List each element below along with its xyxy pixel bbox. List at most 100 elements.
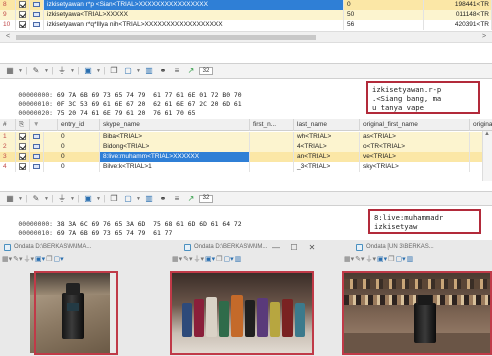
checkbox-icon[interactable]	[19, 1, 26, 8]
chevron-down-icon[interactable]: ▼	[44, 194, 49, 204]
name-cell[interactable]: izkisetyawan r*p <Sian<TRIAL>XXXXXXXXXXX…	[44, 0, 344, 10]
pin-icon[interactable]: ✎▾	[183, 255, 192, 263]
chevron-down-icon[interactable]: ▼	[136, 194, 141, 204]
window-title-bar[interactable]: Ondata D:\BERKAS\M\IMA...	[4, 240, 164, 254]
row-checkbox[interactable]	[16, 162, 30, 172]
checkbox-icon[interactable]	[19, 153, 26, 160]
image-icon[interactable]: ▣	[82, 66, 94, 76]
grid-icon[interactable]: ▦	[4, 194, 16, 204]
grid-icon[interactable]: ▦▾	[344, 255, 354, 263]
copy-icon[interactable]: ❐	[108, 66, 120, 76]
window-icon[interactable]: ▢▾	[395, 255, 405, 263]
name-cell[interactable]: izkisetyawa<TRIAL>XXXXX	[44, 10, 344, 20]
close-button[interactable]: ✕	[306, 243, 318, 252]
image-icon[interactable]: ▣▾	[377, 255, 387, 263]
chart-icon[interactable]: ▥	[143, 66, 155, 76]
checkbox-icon[interactable]	[19, 143, 26, 150]
window-icon[interactable]: ▢▾	[53, 255, 63, 263]
pin-icon[interactable]: ✎▾	[355, 255, 364, 263]
binoculars-icon[interactable]: ⚭	[157, 66, 169, 76]
chevron-down-icon[interactable]: ▼	[18, 66, 23, 76]
row-checkbox[interactable]	[16, 152, 30, 162]
name-cell[interactable]: izkisetyawan r*q*Illya nih<TRIAL>XXXXXXX…	[44, 20, 344, 30]
pin-icon[interactable]: ✎▾	[13, 255, 22, 263]
row-checkbox[interactable]	[16, 10, 30, 20]
list-icon[interactable]: ≡	[171, 66, 183, 76]
copy-icon[interactable]: ❐	[216, 255, 222, 263]
checkbox-icon[interactable]	[19, 163, 26, 170]
checkbox-icon[interactable]	[19, 21, 26, 28]
checkbox-icon[interactable]	[19, 133, 26, 140]
scroll-left-button[interactable]: <	[4, 32, 12, 42]
hex-bytes[interactable]: 61 77	[153, 229, 172, 237]
table-row[interactable]: 1 0 Biba<TRIAL> wh<TRIAL> as<TRIAL>	[0, 132, 492, 142]
list-icon[interactable]: ≡	[171, 194, 183, 204]
horizontal-scrollbar[interactable]: < >	[0, 31, 492, 43]
table-row[interactable]: 9 izkisetyawa<TRIAL>XXXXX 50 011148<TR	[0, 10, 492, 20]
filter-icon[interactable]: ⏚	[56, 194, 68, 204]
image-icon[interactable]: ▣▾	[205, 255, 215, 263]
skype-name-cell[interactable]: 8:live:muhamm<TRIAL>XXXXXX	[100, 152, 250, 162]
column-header-filter[interactable]: ▼	[30, 118, 58, 131]
chevron-down-icon[interactable]: ▼	[96, 194, 101, 204]
table-row[interactable]: 3 0 8:live:muhamm<TRIAL>XXXXXX an<TRIAL>…	[0, 152, 492, 162]
column-header-original[interactable]: origina	[470, 119, 492, 131]
bytes-per-line-selector[interactable]: 32	[199, 194, 213, 203]
column-header-original-first-name[interactable]: original_first_name	[360, 118, 470, 131]
chevron-down-icon[interactable]: ▼	[70, 66, 75, 76]
bytes-per-line-selector[interactable]: 32	[199, 67, 213, 75]
row-checkbox[interactable]	[16, 142, 30, 152]
hex-text-highlight[interactable]: izkisetyawan.r-p .<Siang bang, ma u tany…	[366, 81, 480, 114]
chevron-down-icon[interactable]: ▼	[96, 66, 101, 76]
skype-name-cell[interactable]: Bidong<TRIAL>	[100, 142, 250, 152]
column-header-num[interactable]: #	[0, 118, 16, 131]
hex-bytes[interactable]: 75 20 74 61 6E 79 61 20	[57, 109, 146, 117]
maximize-button[interactable]: ☐	[288, 243, 300, 252]
row-checkbox[interactable]	[16, 0, 30, 10]
filter-icon[interactable]: ⏚▾	[194, 254, 205, 264]
chart-icon[interactable]: ▥	[143, 194, 155, 204]
pin-icon[interactable]: ✎	[30, 194, 42, 204]
grid-icon[interactable]: ▦▾	[172, 255, 182, 263]
binoculars-icon[interactable]: ⚭	[157, 194, 169, 204]
row-checkbox[interactable]	[16, 132, 30, 142]
column-header-first-name[interactable]: first_n...	[250, 118, 294, 131]
minimize-button[interactable]: —	[270, 243, 282, 252]
table-row[interactable]: 8 izkisetyawan r*p <Sian<TRIAL>XXXXXXXXX…	[0, 0, 492, 10]
column-header-skype-name[interactable]: skype_name	[100, 118, 250, 131]
hex-bytes[interactable]: 76 61 70 65	[153, 109, 195, 117]
scroll-thumb[interactable]	[16, 35, 316, 40]
chart-icon[interactable]: ▥	[407, 255, 414, 263]
table-row[interactable]: 2 0 Bidong<TRIAL> 4<TRIAL> o<TR<TRIAL>	[0, 142, 492, 152]
column-header-check[interactable]: ⎘	[16, 118, 30, 131]
column-header-last-name[interactable]: last_name	[294, 118, 360, 131]
window-icon[interactable]: ▢▾	[223, 255, 233, 263]
chart-icon[interactable]: ▥	[235, 255, 242, 263]
chevron-down-icon[interactable]: ▼	[18, 194, 23, 204]
filter-icon[interactable]: ⏚▾	[366, 254, 377, 264]
pin-icon[interactable]: ✎	[30, 66, 42, 76]
table-row[interactable]: 10 izkisetyawan r*q*Illya nih<TRIAL>XXXX…	[0, 20, 492, 30]
checkbox-icon[interactable]	[19, 11, 26, 18]
chevron-down-icon[interactable]: ▼	[136, 66, 141, 76]
hex-text-highlight[interactable]: 8:live:muhammadr izkisetyaw	[368, 209, 481, 234]
image-icon[interactable]: ▣▾	[35, 255, 45, 263]
scroll-right-button[interactable]: >	[480, 32, 488, 42]
window-icon[interactable]: ▢	[122, 194, 134, 204]
window-icon[interactable]: ▢	[122, 66, 134, 76]
chevron-down-icon[interactable]: ▼	[70, 194, 75, 204]
hex-bytes[interactable]: 69 7A 6B 69 73 65 74 79	[57, 229, 146, 237]
vertical-scrollbar[interactable]: ▲	[482, 131, 492, 181]
grid-icon[interactable]: ▦▾	[2, 255, 12, 263]
image-icon[interactable]: ▣	[82, 194, 94, 204]
filter-icon[interactable]: ⏚	[56, 66, 68, 76]
grid-icon[interactable]: ▦	[4, 66, 16, 76]
row-checkbox[interactable]	[16, 20, 30, 30]
skype-name-cell[interactable]: Bilve:k<TRIAL>1	[100, 162, 250, 172]
skype-name-cell[interactable]: Biba<TRIAL>	[100, 132, 250, 142]
arrow-up-icon[interactable]: ↗	[185, 66, 197, 76]
window-title-bar[interactable]: Ondata [UN 3\BERKAS...	[356, 240, 492, 254]
copy-icon[interactable]: ❐	[108, 194, 120, 204]
scroll-up-icon[interactable]: ▲	[484, 131, 490, 137]
chevron-down-icon[interactable]: ▼	[44, 66, 49, 76]
